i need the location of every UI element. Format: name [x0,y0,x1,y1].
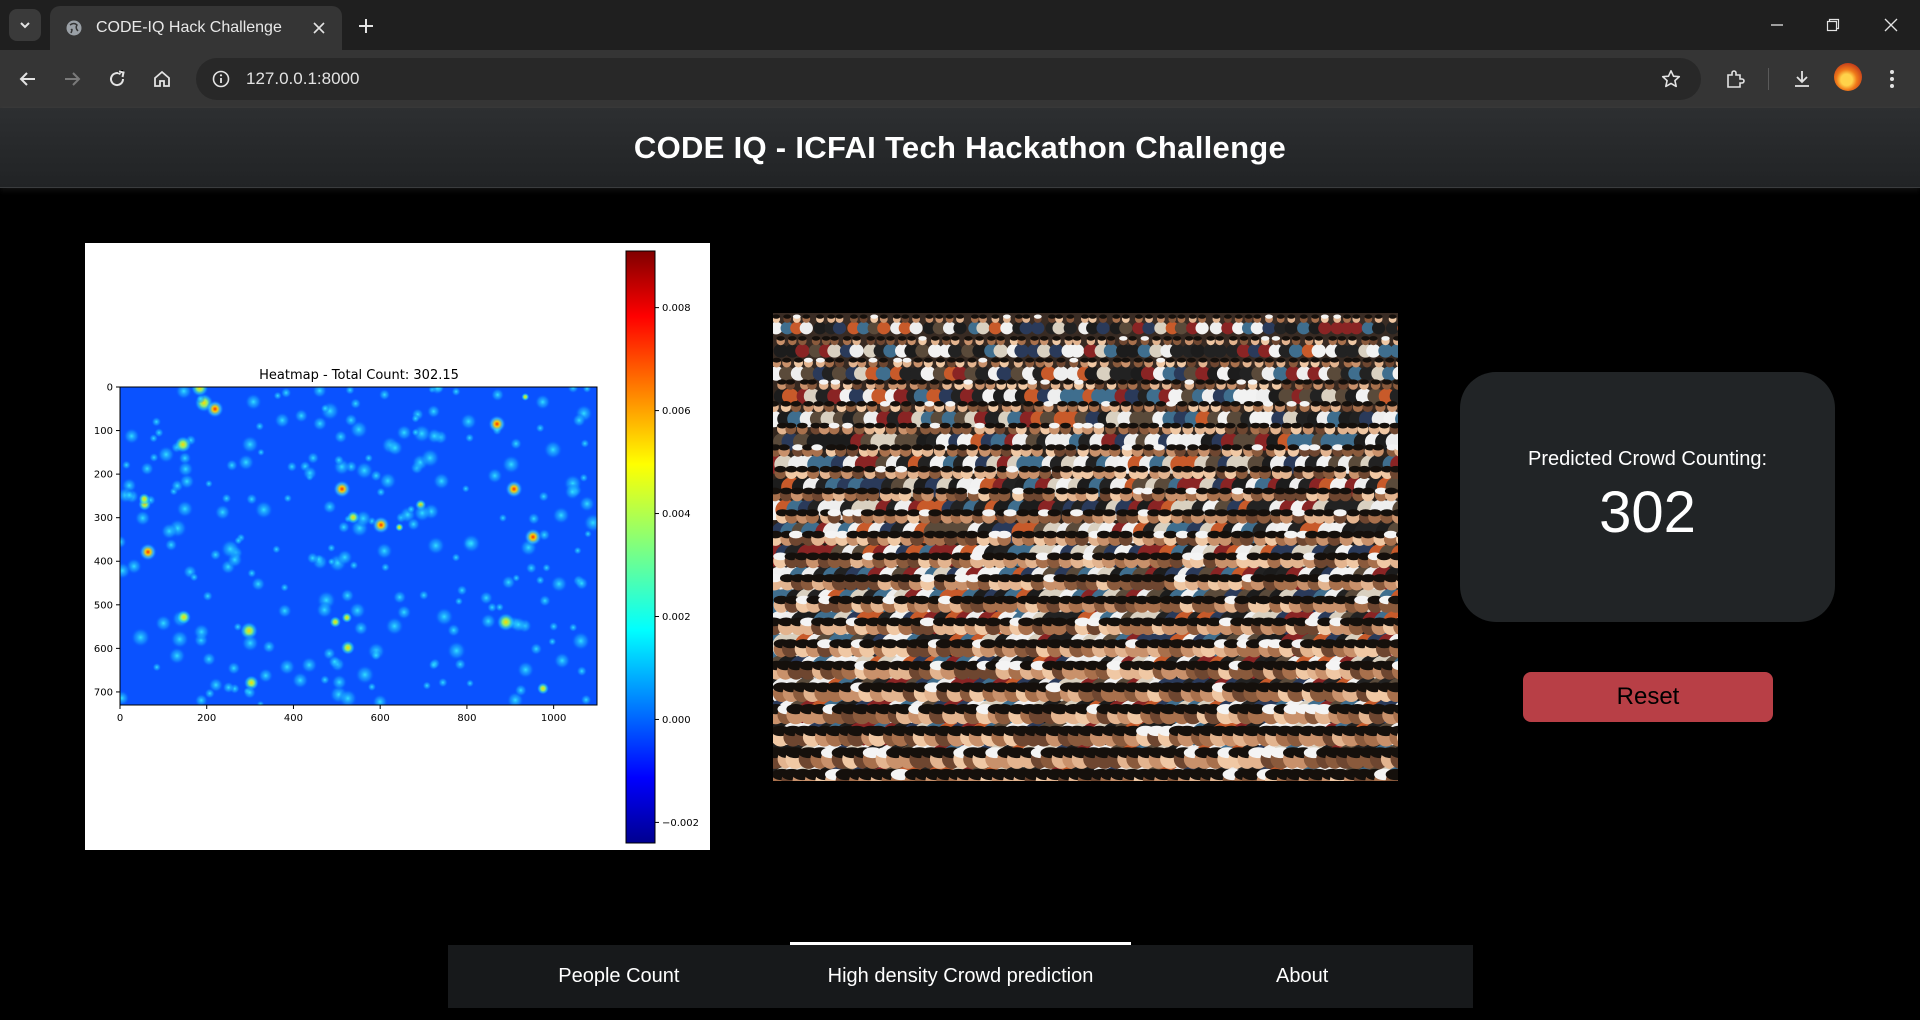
x-tick-label: 0 [117,713,123,724]
crowd-photo [773,313,1398,781]
nav-high-density-crowd-prediction[interactable]: High density Crowd prediction [789,942,1132,1008]
colorbar-tick-label: 0.008 [662,303,691,314]
restore-button[interactable] [1818,10,1848,40]
y-axis: 0 100 200 300 400 500 600 700 [94,383,120,698]
info-icon[interactable] [206,64,236,94]
url-text[interactable]: 127.0.0.1:8000 [246,69,1655,89]
heatmap-title: Heatmap - Total Count: 302.15 [259,368,459,383]
y-tick-label: 500 [94,600,113,611]
y-tick-label: 0 [107,383,113,394]
address-bar[interactable]: 127.0.0.1:8000 [196,58,1701,100]
forward-button[interactable] [56,63,88,95]
reload-icon [110,70,125,87]
close-icon[interactable] [308,17,330,39]
x-axis: 0 200 400 600 800 1000 [117,705,566,724]
page-title: CODE IQ - ICFAI Tech Hackathon Challenge [633,129,1287,165]
restore-icon [1826,18,1840,32]
y-tick-label: 700 [94,687,113,698]
page: CODE IQ - ICFAI Tech Hackathon Challenge [0,108,1920,1020]
heatmap-chart: Heatmap - Total Count: 302.15 0 200 400 600… [85,243,710,850]
colorbar-tick-label: 0.002 [662,612,691,623]
back-icon [19,72,35,86]
chevron-down-icon [20,22,30,29]
downloads-button[interactable] [1786,63,1818,95]
toolbar-separator [1768,68,1769,90]
download-icon [1795,71,1809,87]
colorbar [625,250,656,844]
profile-avatar[interactable] [1834,63,1862,91]
prediction-value: 302 [1599,480,1696,545]
browser-toolbar: 127.0.0.1:8000 [0,50,1920,108]
colorbar-tick-label: 0.004 [662,509,691,520]
reload-button[interactable] [101,63,133,95]
y-tick-label: 100 [94,426,113,437]
reset-button[interactable]: Reset [1523,672,1773,722]
x-tick-label: 600 [371,713,390,724]
y-tick-label: 200 [94,470,113,481]
colorbar-ticks: 0.008 0.006 0.004 0.002 0.000 −0.002 [655,303,699,829]
x-tick-label: 200 [197,713,216,724]
crowd-photo-image [773,313,1398,781]
x-tick-label: 800 [457,713,476,724]
y-tick-label: 600 [94,644,113,655]
globe-icon [64,18,84,38]
y-tick-label: 300 [94,513,113,524]
x-tick-label: 1000 [541,713,566,724]
menu-button[interactable] [1876,63,1908,95]
back-button[interactable] [12,63,44,95]
bottom-nav: People Count High density Crowd predicti… [448,942,1473,1008]
x-tick-label: 400 [284,713,303,724]
minimize-button[interactable] [1762,10,1792,40]
browser-tab[interactable]: CODE-IQ Hack Challenge [50,6,342,50]
window-close-icon [1884,18,1898,32]
prediction-label: Predicted Crowd Counting: [1527,448,1767,470]
nav-about[interactable]: About [1131,945,1473,1008]
window-close-button[interactable] [1876,10,1906,40]
tab-search-button[interactable] [9,9,41,41]
star-icon[interactable] [1655,63,1687,95]
plus-icon [359,19,373,33]
y-tick-label: 400 [94,557,113,568]
prediction-card: Predicted Crowd Counting: 302 [1460,372,1835,622]
home-button[interactable] [146,63,178,95]
minimize-icon [1771,24,1783,26]
nav-people-count[interactable]: People Count [448,945,790,1008]
colorbar-tick-label: 0.006 [662,406,691,417]
menu-icon [1890,70,1894,88]
colorbar-tick-label: −0.002 [662,818,699,829]
new-tab-button[interactable] [352,12,380,40]
forward-icon [65,72,81,86]
colorbar-tick-label: 0.000 [662,715,691,726]
heatmap-svg: Heatmap - Total Count: 302.15 0 200 400 600… [94,250,699,844]
extensions-icon [1727,70,1745,88]
extensions-button[interactable] [1719,63,1751,95]
tab-title: CODE-IQ Hack Challenge [96,19,282,36]
browser-tabstrip: CODE-IQ Hack Challenge [0,0,1920,50]
home-icon [154,70,170,87]
app-header: CODE IQ - ICFAI Tech Hackathon Challenge [0,108,1920,188]
